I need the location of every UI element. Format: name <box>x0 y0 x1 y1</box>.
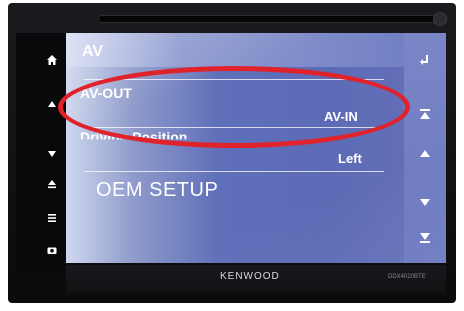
left-button-panel <box>16 33 66 271</box>
home-icon[interactable] <box>40 49 64 71</box>
volume-knob <box>433 12 447 26</box>
scroll-down-icon[interactable] <box>415 193 435 211</box>
disc-slot <box>100 15 435 23</box>
header-bar <box>66 33 446 67</box>
camera-icon[interactable] <box>40 239 64 261</box>
menu-icon[interactable] <box>40 207 64 229</box>
scroll-up-icon[interactable] <box>415 145 435 163</box>
eject-icon[interactable] <box>40 173 64 195</box>
scroll-top-icon[interactable] <box>415 105 435 123</box>
scroll-bottom-icon[interactable] <box>415 229 435 247</box>
divider <box>84 171 384 172</box>
brand-logo: KENWOOD <box>220 271 280 282</box>
back-icon[interactable] <box>415 51 435 69</box>
car-stereo-photo: AV AV-OUT AV-IN Driving Position Left OE… <box>8 3 456 303</box>
oem-setup-item[interactable]: OEM SETUP <box>96 179 218 202</box>
page-title: AV <box>82 43 104 60</box>
model-number: DDX4020BTE <box>388 274 426 280</box>
highlight-ellipse <box>58 66 410 148</box>
arrow-down-icon[interactable] <box>40 143 64 165</box>
driving-position-value[interactable]: Left <box>338 151 362 166</box>
